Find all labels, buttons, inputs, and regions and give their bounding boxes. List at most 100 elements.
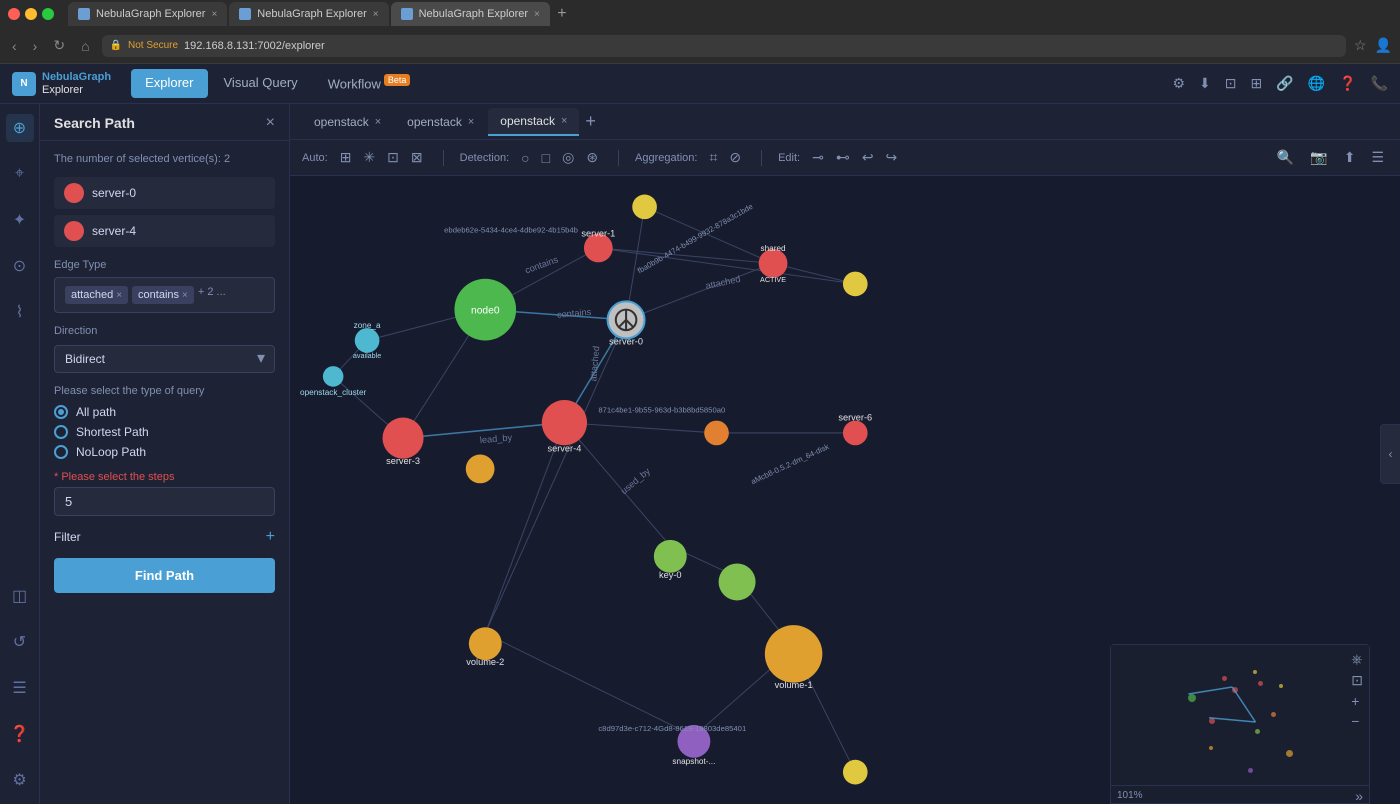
edge-tag-more[interactable]: + 2 ... — [198, 286, 226, 304]
node-server3[interactable] — [382, 418, 423, 459]
browser-tab-2[interactable]: NebulaGraph Explorer × — [229, 2, 388, 26]
browser-tab-1-close[interactable]: × — [211, 9, 217, 20]
tool-icon-8[interactable]: 📞 — [1371, 75, 1388, 92]
browser-tab-2-close[interactable]: × — [373, 9, 379, 20]
minimap-frame-icon[interactable]: ⊡ — [1351, 672, 1363, 689]
sidebar-icon-layers[interactable]: ◫ — [6, 582, 34, 610]
node-key0[interactable] — [654, 540, 687, 573]
browser-tab-3-close[interactable]: × — [534, 9, 540, 20]
steps-input[interactable] — [54, 487, 275, 516]
node-yellow-top[interactable] — [632, 195, 657, 220]
collapse-panel-button[interactable]: ‹ — [1380, 424, 1400, 484]
graph-tab-3[interactable]: openstack × — [488, 108, 579, 136]
aggregation-btn-2[interactable]: ⊘ — [725, 147, 745, 168]
sidebar-icon-share[interactable]: ⊙ — [6, 252, 34, 280]
minimap-zoom-out-icon[interactable]: − — [1351, 713, 1363, 729]
auto-btn-4[interactable]: ⊠ — [407, 147, 427, 168]
node-server4[interactable] — [542, 400, 587, 445]
table-view-btn[interactable]: ☰ — [1367, 147, 1388, 168]
sidebar-icon-nodes[interactable]: ✦ — [6, 206, 34, 234]
aggregation-btn-1[interactable]: ⌗ — [705, 147, 721, 168]
radio-all-path[interactable]: All path — [54, 405, 275, 419]
node-yellow2[interactable] — [466, 455, 495, 484]
tool-icon-5[interactable]: 🔗 — [1276, 75, 1293, 92]
filter-add-button[interactable]: + — [266, 528, 275, 546]
detection-btn-2[interactable]: □ — [538, 148, 554, 168]
vertex-item-1[interactable]: server-4 — [54, 215, 275, 247]
bookmark-icon[interactable]: ☆ — [1354, 37, 1367, 54]
export-btn[interactable]: ⬆ — [1340, 147, 1360, 168]
browser-tab-3[interactable]: NebulaGraph Explorer × — [391, 2, 550, 26]
minimize-window-btn[interactable] — [25, 8, 37, 20]
graph-tab-2[interactable]: openstack × — [395, 109, 486, 135]
url-bar[interactable]: 🔒 Not Secure 192.168.8.131:7002/explorer — [102, 35, 1346, 57]
node-volume2[interactable] — [469, 627, 502, 660]
minimap-expand-btn[interactable]: » — [1355, 788, 1363, 804]
node-green2[interactable] — [719, 563, 756, 600]
graph-tab-3-close[interactable]: × — [561, 115, 567, 127]
forward-button[interactable]: › — [29, 36, 42, 56]
auto-btn-3[interactable]: ⊡ — [383, 147, 403, 168]
auto-btn-1[interactable]: ⊞ — [336, 147, 356, 168]
sidebar-icon-settings[interactable]: ⚙ — [6, 766, 34, 794]
detection-btn-3[interactable]: ◎ — [558, 147, 578, 168]
node-zone-a[interactable] — [355, 328, 380, 353]
detection-btn-1[interactable]: ○ — [517, 148, 533, 168]
redo-btn[interactable]: ↪ — [882, 147, 902, 168]
browser-tab-1[interactable]: NebulaGraph Explorer × — [68, 2, 227, 26]
tool-icon-3[interactable]: ⊡ — [1225, 75, 1237, 92]
profile-icon[interactable]: 👤 — [1375, 37, 1392, 54]
nav-tab-visual-query[interactable]: Visual Query — [210, 69, 312, 97]
edge-tag-contains-close[interactable]: × — [182, 290, 188, 301]
sidebar-icon-connect[interactable]: ⌇ — [6, 298, 34, 326]
new-graph-tab-button[interactable]: + — [585, 111, 596, 132]
edit-btn-2[interactable]: ⊷ — [832, 147, 854, 168]
node-server6[interactable] — [843, 421, 868, 446]
node-shared-active[interactable] — [759, 249, 788, 278]
tool-icon-4[interactable]: ⊞ — [1251, 75, 1263, 92]
new-tab-button[interactable]: + — [552, 4, 572, 24]
sidebar-icon-filter[interactable]: ⌖ — [6, 160, 34, 188]
minimap-network-icon[interactable]: ⎈ — [1351, 651, 1363, 668]
edit-btn-1[interactable]: ⊸ — [808, 147, 828, 168]
sidebar-icon-search[interactable]: ⊕ — [6, 114, 34, 142]
sidebar-icon-help[interactable]: ❓ — [6, 720, 34, 748]
edge-tag-attached-close[interactable]: × — [116, 290, 122, 301]
node-volume-big[interactable] — [765, 625, 823, 683]
maximize-window-btn[interactable] — [42, 8, 54, 20]
edge-tags-container[interactable]: attached × contains × + 2 ... — [54, 277, 275, 313]
vertex-item-0[interactable]: server-0 — [54, 177, 275, 209]
auto-btn-2[interactable]: ✳ — [359, 147, 379, 168]
graph-tab-2-close[interactable]: × — [468, 116, 474, 128]
node-yellow-top-right[interactable] — [843, 272, 868, 297]
find-path-button[interactable]: Find Path — [54, 558, 275, 593]
home-button[interactable]: ⌂ — [77, 36, 93, 56]
tool-icon-7[interactable]: ❓ — [1339, 75, 1356, 92]
minimap-zoom-in-icon[interactable]: + — [1351, 693, 1363, 709]
nav-tab-workflow[interactable]: WorkflowBeta — [314, 69, 425, 97]
radio-noloop-path[interactable]: NoLoop Path — [54, 445, 275, 459]
search-graph-btn[interactable]: 🔍 — [1273, 147, 1298, 168]
sidebar-icon-table[interactable]: ☰ — [6, 674, 34, 702]
direction-select[interactable]: Bidirect Forward Backward — [54, 345, 275, 373]
radio-shortest-path[interactable]: Shortest Path — [54, 425, 275, 439]
tool-icon-6[interactable]: 🌐 — [1308, 75, 1325, 92]
edge-tag-contains[interactable]: contains × — [132, 286, 194, 304]
tool-icon-2[interactable]: ⬇ — [1199, 75, 1211, 92]
camera-btn[interactable]: 📷 — [1306, 147, 1331, 168]
graph-tab-1-close[interactable]: × — [375, 116, 381, 128]
back-button[interactable]: ‹ — [8, 36, 21, 56]
tool-icon-1[interactable]: ⚙ — [1172, 75, 1185, 92]
node-orange1[interactable] — [704, 421, 729, 446]
sidebar-icon-history[interactable]: ↺ — [6, 628, 34, 656]
reload-button[interactable]: ↻ — [49, 35, 69, 56]
detection-btn-4[interactable]: ⊛ — [582, 147, 602, 168]
nav-tab-explorer[interactable]: Explorer — [131, 69, 207, 97]
edge-tag-attached[interactable]: attached × — [65, 286, 128, 304]
graph-tab-1[interactable]: openstack × — [302, 109, 393, 135]
panel-close-button[interactable]: × — [266, 114, 275, 132]
node-yellow-bot[interactable] — [843, 760, 868, 785]
undo-btn[interactable]: ↩ — [858, 147, 878, 168]
node-openstack-cluster[interactable] — [323, 366, 344, 387]
close-window-btn[interactable] — [8, 8, 20, 20]
